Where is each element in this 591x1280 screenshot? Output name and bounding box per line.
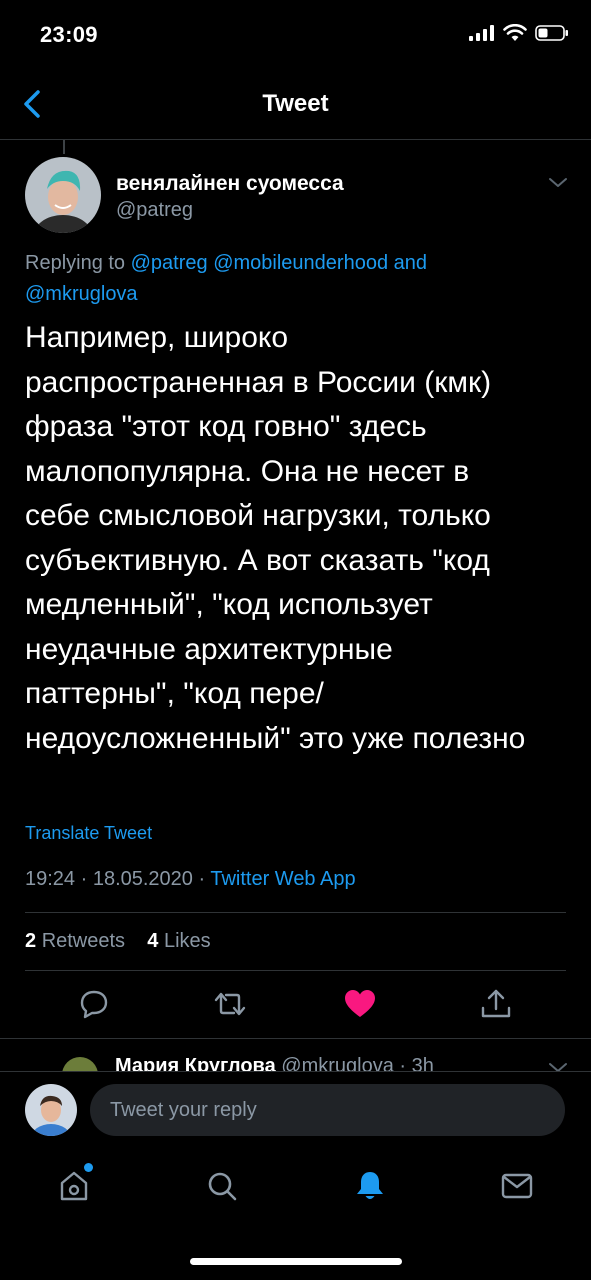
- avatar[interactable]: [25, 157, 101, 233]
- tweet-source[interactable]: Twitter Web App: [210, 868, 355, 890]
- notifications-icon[interactable]: [352, 1168, 388, 1204]
- likes-stat[interactable]: 4 Likes: [147, 930, 210, 952]
- tweet-timestamp: 19:24 · 18.05.2020 ·: [25, 868, 206, 890]
- likes-count: 4: [147, 930, 159, 952]
- avatar[interactable]: [25, 1084, 77, 1136]
- chevron-down-icon[interactable]: [546, 172, 570, 192]
- replying-handle-mobileunderhood[interactable]: @mobileunderhood: [213, 252, 388, 274]
- likes-label: Likes: [163, 930, 211, 952]
- replying-prefix: Replying to: [25, 252, 126, 274]
- signal-icon: [469, 25, 494, 41]
- chevron-down-icon[interactable]: [546, 1057, 570, 1071]
- next-tweet-author[interactable]: Мария Круглова @mkruglova · 3h: [115, 1055, 434, 1071]
- author-handle[interactable]: @patreg: [116, 199, 193, 222]
- share-icon[interactable]: [478, 986, 514, 1022]
- reply-input[interactable]: [90, 1084, 565, 1136]
- translate-tweet-link[interactable]: Translate Tweet: [25, 823, 152, 844]
- next-tweet-display-name: Мария Круглова: [115, 1055, 276, 1071]
- status-icons: [469, 24, 569, 42]
- divider: [25, 970, 566, 971]
- retweet-icon[interactable]: [212, 986, 248, 1022]
- wifi-icon: [503, 24, 527, 41]
- heart-icon[interactable]: [342, 986, 378, 1022]
- retweets-stat[interactable]: 2 Retweets: [25, 930, 125, 952]
- retweets-count: 2: [25, 930, 37, 952]
- replying-to: Replying to @patreg @mobileunderhood and…: [25, 248, 570, 310]
- reply-icon[interactable]: [76, 986, 112, 1022]
- tweet-stats: 2 Retweets 4 Likes: [25, 930, 211, 953]
- retweets-label: Retweets: [41, 930, 126, 952]
- tweet-meta: 19:24 · 18.05.2020 · Twitter Web App: [25, 868, 356, 891]
- replying-handle-mkruglova[interactable]: @mkruglova: [25, 283, 138, 305]
- search-icon[interactable]: [204, 1168, 240, 1204]
- next-tweet-preview[interactable]: Мария Круглова @mkruglova · 3h: [0, 1039, 591, 1071]
- header-divider: [0, 139, 591, 140]
- page-title: Tweet: [262, 90, 329, 117]
- replying-handle-patreg[interactable]: @patreg: [131, 252, 208, 274]
- home-indicator: [190, 1258, 402, 1265]
- author-display-name[interactable]: венялайнен суомесса: [116, 172, 344, 196]
- battery-icon: [535, 25, 568, 41]
- status-time: 23:09: [40, 22, 98, 47]
- replying-and[interactable]: and: [394, 252, 427, 274]
- messages-icon[interactable]: [499, 1168, 535, 1204]
- home-icon[interactable]: [56, 1168, 92, 1204]
- home-notification-dot: [84, 1163, 93, 1172]
- divider: [25, 912, 566, 913]
- thread-connector: [63, 140, 65, 154]
- avatar[interactable]: [62, 1057, 98, 1071]
- next-tweet-handle-time: @mkruglova · 3h: [281, 1055, 434, 1071]
- tweet-text: Например, широко распространенная в Росс…: [25, 321, 526, 755]
